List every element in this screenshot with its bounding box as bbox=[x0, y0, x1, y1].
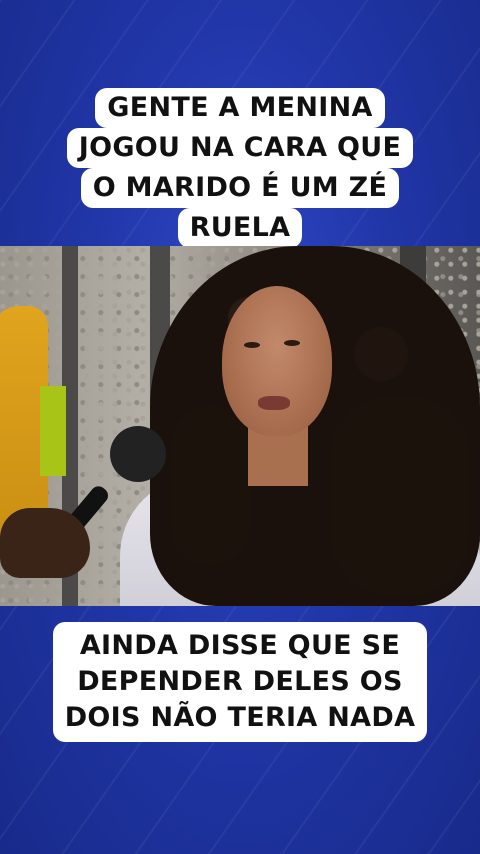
bottom-caption-line-1: AINDA DISSE QUE SE bbox=[79, 630, 401, 661]
top-caption-line-3: O MARIDO É UM ZÉ bbox=[80, 168, 400, 208]
top-caption-line-2: JOGOU NA CARA QUE bbox=[66, 128, 414, 168]
video-hand bbox=[0, 508, 90, 578]
bottom-caption-box: AINDA DISSE QUE SE DEPENDER DELES OS DOI… bbox=[52, 622, 428, 742]
video-hair-curls bbox=[330, 396, 470, 596]
video-face bbox=[222, 286, 332, 436]
top-caption-line-1: GENTE A MENINA bbox=[95, 88, 385, 128]
video-hair-curls bbox=[170, 406, 250, 566]
bottom-caption-line-2: DEPENDER DELES OS bbox=[77, 666, 403, 697]
top-caption: GENTE A MENINA JOGOU NA CARA QUE O MARID… bbox=[30, 88, 450, 248]
video-eye bbox=[244, 342, 260, 348]
bottom-caption: AINDA DISSE QUE SE DEPENDER DELES OS DOI… bbox=[30, 622, 450, 742]
bottom-caption-line-3: DOIS NÃO TERIA NADA bbox=[64, 702, 416, 733]
video-mouth bbox=[258, 396, 290, 410]
video-eye bbox=[284, 340, 300, 346]
top-caption-line-4: RUELA bbox=[177, 208, 303, 248]
microphone-head bbox=[110, 426, 166, 482]
video-green-object bbox=[40, 386, 66, 476]
video-frame[interactable] bbox=[0, 246, 480, 606]
